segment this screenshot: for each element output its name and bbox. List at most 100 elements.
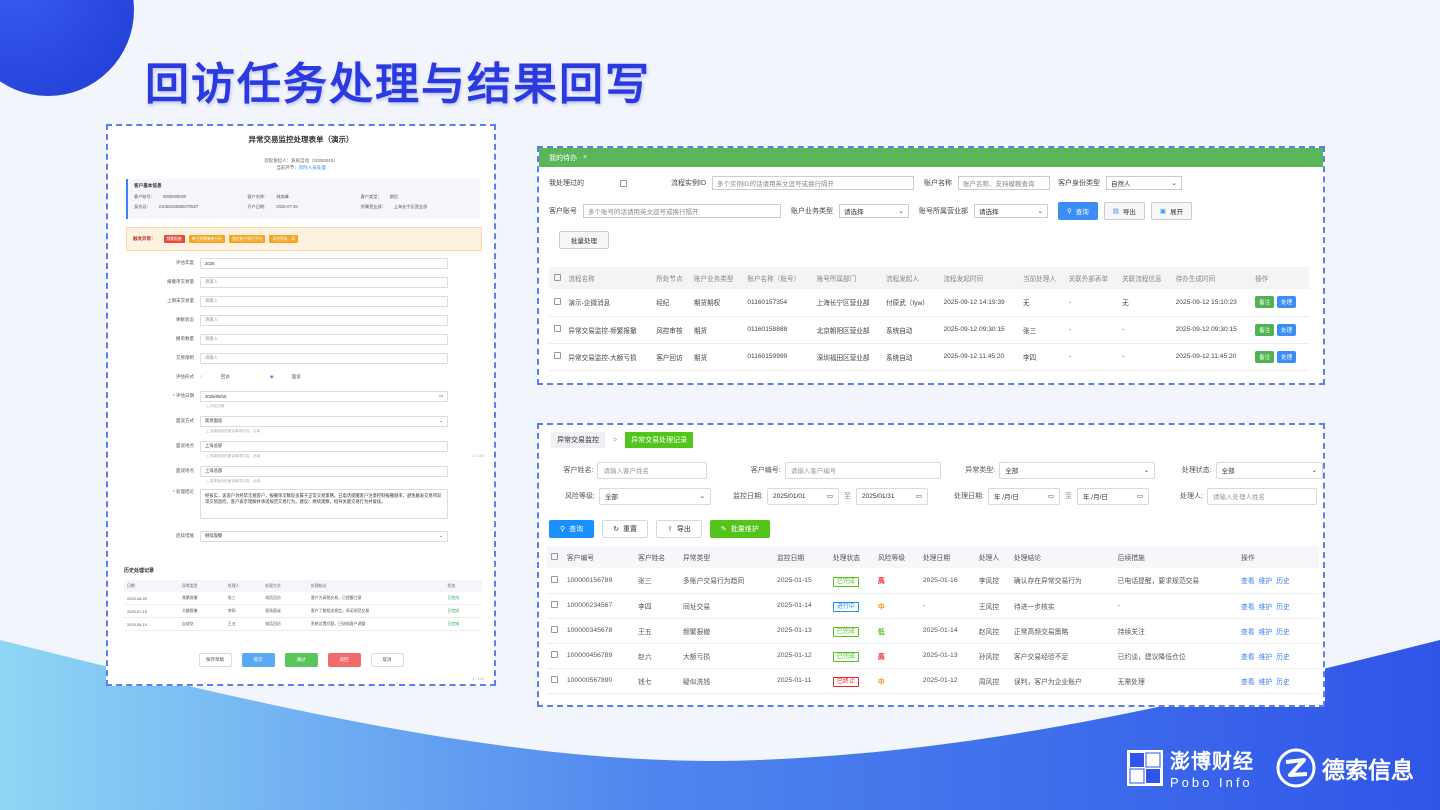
radio-huifang[interactable]: 回访 (200, 374, 230, 380)
form-action-button[interactable]: 驳回 (327, 653, 361, 667)
maintain-link[interactable]: 维护 (1259, 679, 1273, 686)
maintain-link[interactable]: 维护 (1259, 578, 1273, 585)
acct-name-input[interactable]: 账户名称、支持模糊查询 (958, 176, 1050, 190)
cust-name-input[interactable]: 请输入客户姓名 (597, 461, 707, 479)
todo-search-button[interactable]: ⚲ 查询 (1058, 202, 1098, 220)
eval-date-input[interactable]: 2025/09/15 ▭ (200, 390, 448, 402)
current-node-link[interactable]: 风险人员处理 (299, 165, 326, 170)
note-button[interactable]: 备注 (1255, 350, 1275, 363)
maintain-link[interactable]: 维护 (1259, 629, 1273, 636)
view-link[interactable]: 查看 (1241, 578, 1255, 585)
form-field-input[interactable]: 请输入 (200, 276, 448, 288)
note-button[interactable]: 备注 (1255, 323, 1275, 336)
form-field-input[interactable]: 2025 (200, 257, 448, 269)
biz-type-select[interactable]: 请选择 ⌄ (839, 204, 909, 218)
history-row: 2025-06-20 频繁报撤 张三 电话回访 客户为高频交易，已提醒注意 已完成 (124, 592, 482, 605)
todo-cell: 上海长宁区营业部 (811, 289, 882, 317)
row-checkbox[interactable] (551, 676, 558, 683)
record-cell-handler: 王风控 (974, 593, 1010, 619)
radio-miantan[interactable]: 面谈 (270, 374, 301, 380)
maintain-link[interactable]: 维护 (1259, 604, 1273, 611)
record-header-row: 客户编号 客户姓名 异常类型 监控日期 处理状态 风险等级 处理日期 处理人 处理结论 后续措施操… (547, 546, 1319, 568)
batch-maintain-button[interactable]: ✎ 批量维护 (709, 520, 770, 538)
row-checkbox[interactable] (551, 575, 558, 583)
record-cell-pdate: 2025-01-14 (918, 618, 975, 644)
handle-button[interactable]: 处理 (1277, 296, 1297, 309)
form-field-input[interactable]: 请输入 (200, 295, 448, 307)
record-cell-status: 已完成 (828, 618, 874, 644)
status-select[interactable]: 全部 ⌄ (1215, 461, 1323, 479)
maintain-link[interactable]: 维护 (1259, 654, 1273, 661)
record-header-cell: 异常类型 (679, 546, 773, 568)
instance-input[interactable]: 多个实例ID的话请用英文逗号或换行隔开 (712, 176, 914, 190)
record-search-button[interactable]: ⚲ 查询 (549, 520, 595, 538)
view-link[interactable]: 查看 (1241, 654, 1255, 661)
form-button-row: 保存草稿 提交 通过 驳回 取消 (108, 653, 494, 667)
row-checkbox[interactable] (551, 651, 558, 658)
breadcrumb-monitor[interactable]: 异常交易监控 (551, 432, 605, 448)
row-checkbox[interactable] (551, 626, 558, 633)
todo-cell: 深圳福田区营业部 (811, 343, 882, 371)
processed-checkbox[interactable] (620, 179, 627, 187)
process-date-from[interactable]: 年 /月/日 ▭ (988, 487, 1060, 505)
form-action-button[interactable]: 保存草稿 (198, 653, 232, 667)
interview-place2-input[interactable]: 上海总部 (200, 465, 448, 477)
handle-button[interactable]: 处理 (1277, 350, 1297, 363)
form-action-button[interactable]: 提交 (241, 653, 275, 667)
history-cell: 大额报撤 (178, 604, 225, 618)
form-field-input[interactable]: 请输入 (200, 314, 448, 326)
record-export-button[interactable]: ⇪ 导出 (656, 520, 702, 538)
row-checkbox[interactable] (551, 601, 558, 608)
form-field-input[interactable]: 请输入 (200, 333, 448, 345)
monitor-date-from[interactable]: 2025/01/01 ▭ (767, 487, 839, 505)
history-header-cell: 状态 (444, 580, 482, 592)
form-action-button[interactable]: 通过 (284, 653, 318, 667)
todo-export-button[interactable]: ▤ 导出 (1103, 202, 1145, 220)
process-date-to[interactable]: 年 /月/日 ▭ (1077, 487, 1149, 505)
eval-method-row: 评估形式 回访 面谈 (108, 370, 494, 384)
history-link[interactable]: 历史 (1276, 679, 1290, 686)
interview-method-select[interactable]: 现场面谈 ⌄ (200, 415, 448, 427)
interview-place-input[interactable]: 上海总部 (200, 440, 448, 452)
record-row: 100000156789 张三 多账户交易行为趋同 2025-01-15 已完成 高 202… (547, 568, 1319, 594)
view-link[interactable]: 查看 (1241, 679, 1255, 686)
todo-tab-label[interactable]: 我的待办 (549, 153, 577, 163)
form-field-input[interactable]: 请输入 (200, 352, 448, 364)
identity-select[interactable]: 自然人 ⌄ (1106, 176, 1182, 190)
breadcrumb-records[interactable]: 异常交易处理记录 (625, 432, 694, 448)
chevron-down-icon: ⌄ (1143, 467, 1150, 474)
record-reset-button[interactable]: ↻ 重置 (602, 520, 649, 538)
monitor-date-to[interactable]: 2025/01/31 ▭ (856, 487, 928, 505)
conclusion-textarea[interactable]: 经核实，该客户为经常无规客户，报撤单次数较多属于正常交易策略。已电话提醒客户注意… (200, 489, 448, 519)
todo-expand-button[interactable]: ▣ 展开 (1150, 202, 1193, 220)
select-all-checkbox[interactable] (551, 552, 558, 560)
dept-select[interactable]: 请选择 ⌄ (974, 204, 1048, 218)
handler-input[interactable]: 请输入处理人姓名 (1207, 487, 1317, 505)
history-link[interactable]: 历史 (1276, 604, 1290, 611)
view-link[interactable]: 查看 (1241, 604, 1255, 611)
row-checkbox[interactable] (554, 325, 561, 332)
risk-level-select[interactable]: 全部 ⌄ (599, 487, 711, 505)
measure-select[interactable]: 继续观察 ⌄ (200, 530, 448, 542)
record-op-cell: 查看 维护 历史 (1237, 618, 1319, 644)
info-item: 客户类型： 期货 (361, 194, 474, 200)
todo-op-cell: 备注 处理 (1250, 289, 1309, 317)
acct-no-input[interactable]: 多个账号的话请用英文逗号或换行隔开 (583, 204, 781, 218)
cust-code-input[interactable]: 请输入客户编号 (784, 461, 941, 479)
anomaly-type-select[interactable]: 全部 ⌄ (999, 461, 1156, 479)
close-icon[interactable]: × (583, 154, 587, 161)
batch-process-button[interactable]: 批量处理 (559, 231, 609, 249)
record-cell-risk: 高 (873, 643, 919, 669)
view-link[interactable]: 查看 (1241, 629, 1255, 636)
history-link[interactable]: 历史 (1276, 629, 1290, 636)
handle-button[interactable]: 处理 (1277, 323, 1297, 336)
note-button[interactable]: 备注 (1255, 296, 1275, 309)
row-checkbox[interactable] (554, 297, 561, 305)
history-link[interactable]: 历史 (1276, 654, 1290, 661)
row-checkbox[interactable] (554, 352, 561, 359)
form-action-button[interactable]: 取消 (370, 653, 404, 667)
record-cell-code: 100000156789 (562, 568, 635, 594)
record-cell-code: 100000567890 (562, 668, 635, 694)
history-link[interactable]: 历史 (1276, 578, 1290, 585)
select-all-checkbox[interactable] (554, 273, 561, 281)
